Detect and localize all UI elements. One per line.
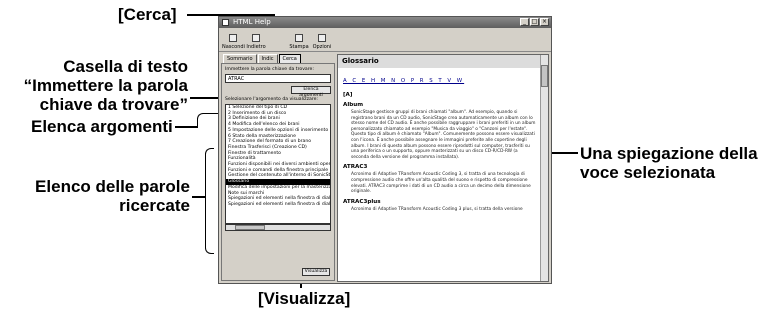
entry-term: ATRAC3 [343, 164, 368, 171]
scrollbar-thumb[interactable] [541, 65, 548, 87]
callout-cerca: [Cerca] [118, 5, 177, 24]
tab-cerca[interactable]: Cerca [278, 54, 301, 63]
callout-spiegazione-line1: Una spiegazione della [580, 144, 758, 163]
callout-visualizza: [Visualizza] [258, 289, 351, 308]
leader-spiegazione-h [552, 152, 578, 154]
tab-strip: Sommario Indic Cerca [221, 54, 335, 63]
hide-label: Nascondi [222, 44, 245, 50]
content-body: A C E H M N O P R S T V W [A] Album Soni… [338, 68, 548, 212]
results-label: Selezionare l'argomento da visualizzare: [225, 97, 318, 102]
list-item[interactable]: 5 Impostazione delle opzioni di inserime… [226, 128, 330, 134]
callout-casella-line2: “Immettere la parola [23, 76, 188, 95]
options-button[interactable]: Opzioni [311, 34, 333, 50]
content-title: Glossario [338, 55, 548, 68]
content-pane: Glossario A C E H M N O P R S T V W [A] … [337, 54, 549, 282]
callout-spiegazione: Una spiegazione della voce selezionata [580, 144, 758, 182]
tab-sommario[interactable]: Sommario [223, 54, 257, 63]
vertical-scrollbar[interactable] [540, 55, 548, 281]
back-icon [252, 34, 260, 42]
back-button[interactable]: Indietro [245, 34, 267, 50]
callout-elenca-argomenti: Elenca argomenti [31, 117, 173, 136]
title-bar: HTML Help _ □ × [219, 17, 551, 28]
hide-icon [229, 34, 237, 42]
search-panel: Immettere la parola chiave da trovare: A… [221, 63, 335, 281]
toolbar: Nascondi Indietro Stampa Opzioni [219, 28, 551, 52]
keyword-search-input[interactable]: ATRAC [225, 74, 331, 83]
back-label: Indietro [246, 44, 266, 50]
app-icon [222, 19, 229, 26]
search-label: Immettere la parola chiave da trovare: [225, 67, 314, 72]
list-item[interactable]: Modifica delle impostazioni per la maste… [226, 185, 330, 191]
callout-casella-line3: chiave da trovare” [39, 95, 188, 114]
maximize-icon[interactable]: □ [530, 18, 539, 26]
hide-button[interactable]: Nascondi [222, 34, 245, 50]
help-window: HTML Help _ □ × Nascondi Indietro Stampa… [218, 16, 552, 284]
leader-elenco-h [192, 196, 206, 198]
scrollbar-thumb[interactable] [235, 225, 265, 230]
horizontal-scrollbar[interactable] [225, 224, 331, 231]
print-button[interactable]: Stampa [288, 34, 310, 50]
list-item[interactable]: Spiegazioni ed elementi nella finestra d… [226, 202, 330, 208]
close-icon[interactable]: × [540, 18, 549, 26]
list-topics-button[interactable]: Elenca argomenti [291, 86, 331, 98]
entry-term: ATRAC3plus [343, 198, 381, 205]
entry-text: SonicStage gestisce gruppi di brani chia… [351, 110, 536, 160]
callout-elenco-line2: ricercate [119, 196, 190, 215]
minimize-icon[interactable]: _ [520, 18, 529, 26]
section-letter: [A] [343, 92, 353, 98]
options-icon [318, 34, 326, 42]
list-item[interactable]: Funzioni disponibili nei diversi ambient… [226, 162, 330, 168]
print-label: Stampa [289, 44, 309, 50]
tab-indice[interactable]: Indic [257, 54, 278, 63]
entry-text: Acronimo di Adaptive TRansform Acoustic … [351, 206, 523, 212]
callout-casella-testo: Casella di testo “Immettere la parola ch… [24, 57, 188, 114]
window-title: HTML Help [233, 18, 271, 26]
display-button[interactable]: Visualizza [302, 268, 330, 276]
callout-elenco-line1: Elenco delle parole [35, 177, 190, 196]
window-controls: _ □ × [520, 18, 549, 26]
results-list[interactable]: 1 Selezione del tipo di CD 2 Inserimento… [225, 104, 331, 224]
leader-elenca-h [175, 126, 198, 128]
entry-text: Acronimo di Adaptive TRansform Acoustic … [351, 172, 531, 195]
navigation-pane: Sommario Indic Cerca Immettere la parola… [221, 54, 335, 282]
leader-elenco-bracket [205, 148, 214, 254]
options-label: Opzioni [312, 44, 332, 50]
callout-elenco-parole: Elenco delle parole ricercate [35, 177, 190, 215]
entry-term: Album [343, 102, 364, 108]
alphabet-links[interactable]: A C E H M N O P R S T V W [343, 78, 536, 84]
callout-casella-line1: Casella di testo [63, 57, 188, 76]
callout-spiegazione-line2: voce selezionata [580, 163, 716, 182]
print-icon [295, 34, 303, 42]
